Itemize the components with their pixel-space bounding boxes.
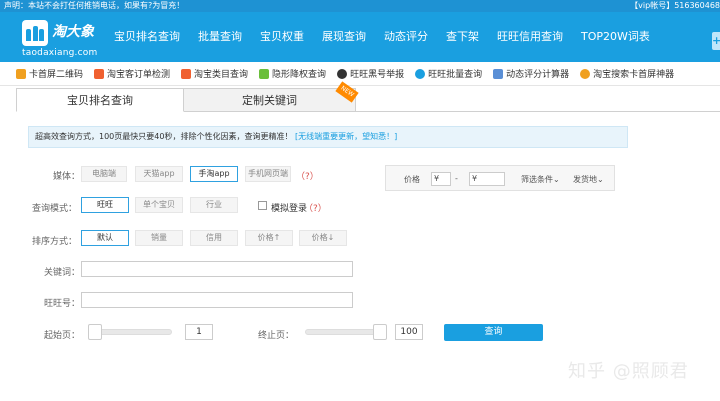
ship-from-dropdown[interactable]: 发货地⌄	[573, 174, 604, 185]
main-nav: 宝贝排名查询 批量查询 宝贝权重 展现查询 动态评分 查下架 旺旺信用查询 TO…	[108, 12, 659, 62]
tool-label: 旺旺批量查询	[428, 70, 483, 80]
simulate-login-checkbox[interactable]	[258, 201, 267, 210]
keyword-label: 关键词：	[44, 268, 81, 278]
tool-label: 旺旺黑号举报	[350, 70, 405, 80]
media-option-mobile-web[interactable]: 手机网页端	[245, 166, 291, 182]
ww-icon	[415, 68, 426, 79]
simulate-help-hint[interactable]: （?）	[304, 201, 327, 214]
chevron-down-icon: ⌄	[597, 175, 604, 184]
sort-option-sales[interactable]: 销量	[135, 230, 183, 246]
start-page-slider-handle[interactable]	[88, 324, 102, 340]
mode-option-wangwang[interactable]: 旺旺	[81, 197, 129, 213]
chevron-down-icon: ⌄	[553, 175, 560, 184]
shield-icon	[259, 68, 270, 79]
tool-order-check[interactable]: 淘宝客订单检测	[94, 67, 170, 80]
mode-option-single-item[interactable]: 单个宝贝	[135, 197, 183, 213]
face-icon	[337, 68, 348, 79]
tool-qrcode[interactable]: 卡首屏二维码	[16, 67, 83, 80]
nav-item-top20w[interactable]: TOP20W词表	[572, 12, 659, 62]
media-label: 媒体：	[53, 172, 81, 182]
calculator-icon	[493, 68, 504, 79]
query-button[interactable]: 查询	[444, 324, 543, 341]
tool-hidden-penalty[interactable]: 隐形降权查询	[259, 67, 326, 80]
start-page-input[interactable]: 1	[185, 324, 213, 340]
notice-text: 声明：本站不会打任何推销电话，如果有?为冒充！	[4, 1, 185, 10]
price-max-input[interactable]: ¥	[469, 172, 505, 186]
tool-label: 卡首屏二维码	[29, 70, 84, 80]
notice-bar: 声明：本站不会打任何推销电话，如果有?为冒充！ 【vip帐号】516360468	[0, 0, 720, 12]
nav-item-rank[interactable]: 宝贝排名查询	[108, 12, 189, 62]
query-tabs: 宝贝排名查询 定制关键词 NEW	[16, 81, 720, 112]
keyword-input[interactable]	[81, 261, 353, 277]
tab-custom-keyword[interactable]: 定制关键词 NEW	[184, 81, 359, 112]
media-option-taobao-app[interactable]: 手淘app	[190, 166, 238, 182]
sort-option-credit[interactable]: 信用	[190, 230, 238, 246]
filter-label: 筛选条件	[521, 175, 553, 184]
tab-label: 定制关键词	[242, 94, 297, 107]
price-label: 价格	[404, 175, 420, 184]
sort-option-price-asc[interactable]: 价格↑	[245, 230, 293, 246]
qrcode-icon	[16, 68, 26, 79]
simulate-login-label: 模拟登录	[271, 204, 308, 214]
sort-option-default[interactable]: 默认	[81, 230, 129, 246]
sort-option-price-desc[interactable]: 价格↓	[299, 230, 347, 246]
info-text: 超高效查询方式，100页最快只要40秒，排除个性化因素，查询更精准！	[35, 132, 293, 141]
tool-category[interactable]: 淘宝类目查询	[181, 67, 248, 80]
nav-item-delist[interactable]: 查下架	[437, 12, 488, 62]
nav-item-weight[interactable]: 宝贝权重	[251, 12, 313, 62]
tool-first-screen[interactable]: 淘宝搜索卡首屏神器	[580, 67, 674, 80]
tool-label: 淘宝客订单检测	[107, 70, 171, 80]
tab-rank-query[interactable]: 宝贝排名查询	[16, 88, 184, 112]
end-page-slider-handle[interactable]	[373, 324, 387, 340]
logo-domain: taodaxiang.com	[22, 48, 98, 58]
sort-label: 排序方式：	[32, 237, 78, 247]
vip-account[interactable]: 【vip帐号】516360468	[630, 0, 720, 12]
media-option-pc[interactable]: 电脑端	[81, 166, 127, 182]
tools-bar: 卡首屏二维码 淘宝客订单检测 淘宝类目查询 隐形降权查询 旺旺黑号举报 旺旺批量…	[0, 62, 720, 86]
ship-label: 发货地	[573, 175, 597, 184]
site-logo[interactable]: 淘大象 taodaxiang.com	[22, 20, 102, 58]
taobao-icon	[94, 68, 105, 79]
tool-label: 动态评分计算器	[506, 70, 570, 80]
tool-label: 淘宝类目查询	[194, 70, 249, 80]
logo-elephant-icon	[22, 20, 48, 46]
tool-rating-calc[interactable]: 动态评分计算器	[493, 67, 569, 80]
smile-icon	[580, 68, 591, 79]
tool-report[interactable]: 旺旺黑号举报	[337, 67, 404, 80]
nav-item-batch[interactable]: 批量查询	[189, 12, 251, 62]
taobao-icon	[181, 68, 192, 79]
ww-label: 旺旺号：	[44, 299, 81, 309]
nav-item-credit[interactable]: 旺旺信用查询	[488, 12, 572, 62]
info-banner: 超高效查询方式，100页最快只要40秒，排除个性化因素，查询更精准！ [无线端重…	[28, 126, 628, 148]
nav-item-exposure[interactable]: 展现查询	[313, 12, 375, 62]
mode-label: 查询模式：	[32, 204, 78, 214]
tool-label: 淘宝搜索卡首屏神器	[593, 70, 675, 80]
price-min-input[interactable]: ¥	[431, 172, 451, 186]
tool-label: 隐形降权查询	[272, 70, 327, 80]
site-header: 淘大象 taodaxiang.com 宝贝排名查询 批量查询 宝贝权重 展现查询…	[0, 12, 720, 62]
logo-name: 淘大象	[52, 24, 94, 40]
start-page-label: 起始页：	[44, 331, 81, 341]
update-notice-link[interactable]: [无线端重要更新，望知悉！]	[295, 132, 397, 141]
price-filter-box: 价格 ¥ - ¥ 筛选条件⌄ 发货地⌄	[385, 165, 615, 191]
filter-dropdown[interactable]: 筛选条件⌄	[521, 174, 560, 185]
side-expand-tab[interactable]: +	[712, 32, 720, 50]
media-help-hint[interactable]: （?）	[296, 169, 319, 182]
nav-item-rating[interactable]: 动态评分	[375, 12, 437, 62]
price-separator: -	[455, 174, 458, 183]
media-option-tmall[interactable]: 天猫app	[135, 166, 183, 182]
end-page-input[interactable]: 100	[395, 324, 423, 340]
watermark: 知乎 @照顾君	[568, 361, 689, 382]
mode-option-industry[interactable]: 行业	[190, 197, 238, 213]
tool-ww-batch[interactable]: 旺旺批量查询	[415, 67, 482, 80]
end-page-label: 终止页：	[258, 331, 295, 341]
wangwang-input[interactable]	[81, 292, 353, 308]
